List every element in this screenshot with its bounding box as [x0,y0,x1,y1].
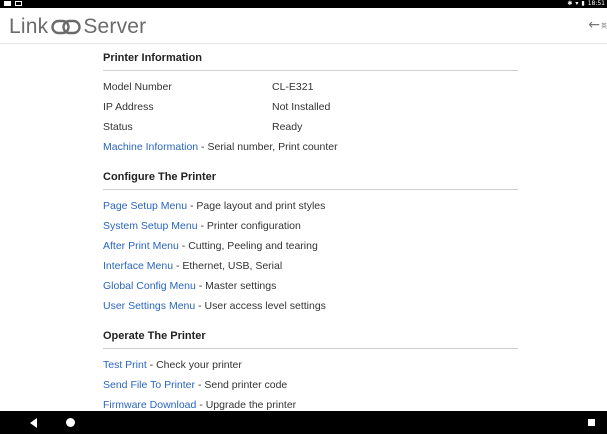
main-content: Printer Information Model Number CL-E321… [103,43,518,412]
logo-text-right: Server [83,15,147,38]
global-config-link[interactable]: Global Config Menu [103,280,196,292]
section-title-configure: Configure The Printer [103,171,217,183]
menu-item-send-file: Send File To Printer - Send printer code [103,379,518,392]
menu-item-user-settings: User Settings Menu - User access level s… [103,300,518,313]
logo-text-left: Link [9,15,49,38]
navigation-bar [0,411,607,434]
menu-description: - Check your printer [146,359,242,371]
link-chain-icon [51,19,82,35]
app-bar: Link Server ← 英 [0,8,607,44]
wifi-icon: ▾ [575,0,579,7]
send-file-link[interactable]: Send File To Printer [103,379,195,391]
menu-item-test-print: Test Print - Check your printer [103,359,518,372]
notification-icon [4,1,11,6]
menu-description: - User access level settings [195,300,326,312]
status-bar: ✱ ▾ ▮ 18:51 [0,0,607,8]
info-row-model: Model Number CL-E321 [103,81,518,94]
info-row-ip: IP Address Not Installed [103,101,518,114]
nav-home-icon[interactable] [66,418,75,427]
menu-description: - Serial number, Print counter [198,141,338,153]
info-value: CL-E321 [272,81,314,93]
menu-description: - Printer configuration [197,220,301,232]
firmware-download-link[interactable]: Firmware Download [103,399,196,411]
nav-recent-icon[interactable] [588,419,595,426]
menu-item-system-setup: System Setup Menu - Printer configuratio… [103,220,518,233]
menu-description: - Ethernet, USB, Serial [173,260,283,272]
interface-link[interactable]: Interface Menu [103,260,173,272]
info-label: Model Number [103,81,172,93]
app-logo: Link Server [9,15,146,39]
menu-item-global-config: Global Config Menu - Master settings [103,280,518,293]
back-sub-label: 英 [600,22,607,30]
menu-item-page-setup: Page Setup Menu - Page layout and print … [103,200,518,213]
bluetooth-icon: ✱ [567,0,573,7]
sd-card-icon [15,1,22,6]
after-print-link[interactable]: After Print Menu [103,240,179,252]
menu-description: - Upgrade the printer [196,399,297,411]
menu-description: - Send printer code [195,379,288,391]
test-print-link[interactable]: Test Print [103,359,147,371]
menu-item-interface: Interface Menu - Ethernet, USB, Serial [103,260,518,273]
nav-back-icon[interactable] [30,418,37,428]
user-settings-link[interactable]: User Settings Menu [103,300,195,312]
menu-description: - Page layout and print styles [187,200,326,212]
arrow-left-icon: ← [588,17,600,33]
info-value: Ready [272,121,303,133]
menu-description: - Master settings [195,280,277,292]
status-time: 18:51 [587,0,605,7]
info-label: Status [103,121,133,133]
menu-description: - Cutting, Peeling and tearing [178,240,318,252]
info-label: IP Address [103,101,154,113]
menu-item-after-print: After Print Menu - Cutting, Peeling and … [103,240,518,253]
page-setup-link[interactable]: Page Setup Menu [103,200,187,212]
machine-information-link[interactable]: Machine Information [103,141,198,153]
section-title-operate: Operate The Printer [103,330,206,342]
section-title-printer-info: Printer Information [103,52,203,64]
menu-item-machine-info: Machine Information - Serial number, Pri… [103,141,518,154]
system-setup-link[interactable]: System Setup Menu [103,220,198,232]
battery-icon: ▮ [581,0,585,7]
info-value: Not Installed [272,101,331,113]
back-button[interactable]: ← 英 [588,17,607,33]
info-row-status: Status Ready [103,121,518,134]
